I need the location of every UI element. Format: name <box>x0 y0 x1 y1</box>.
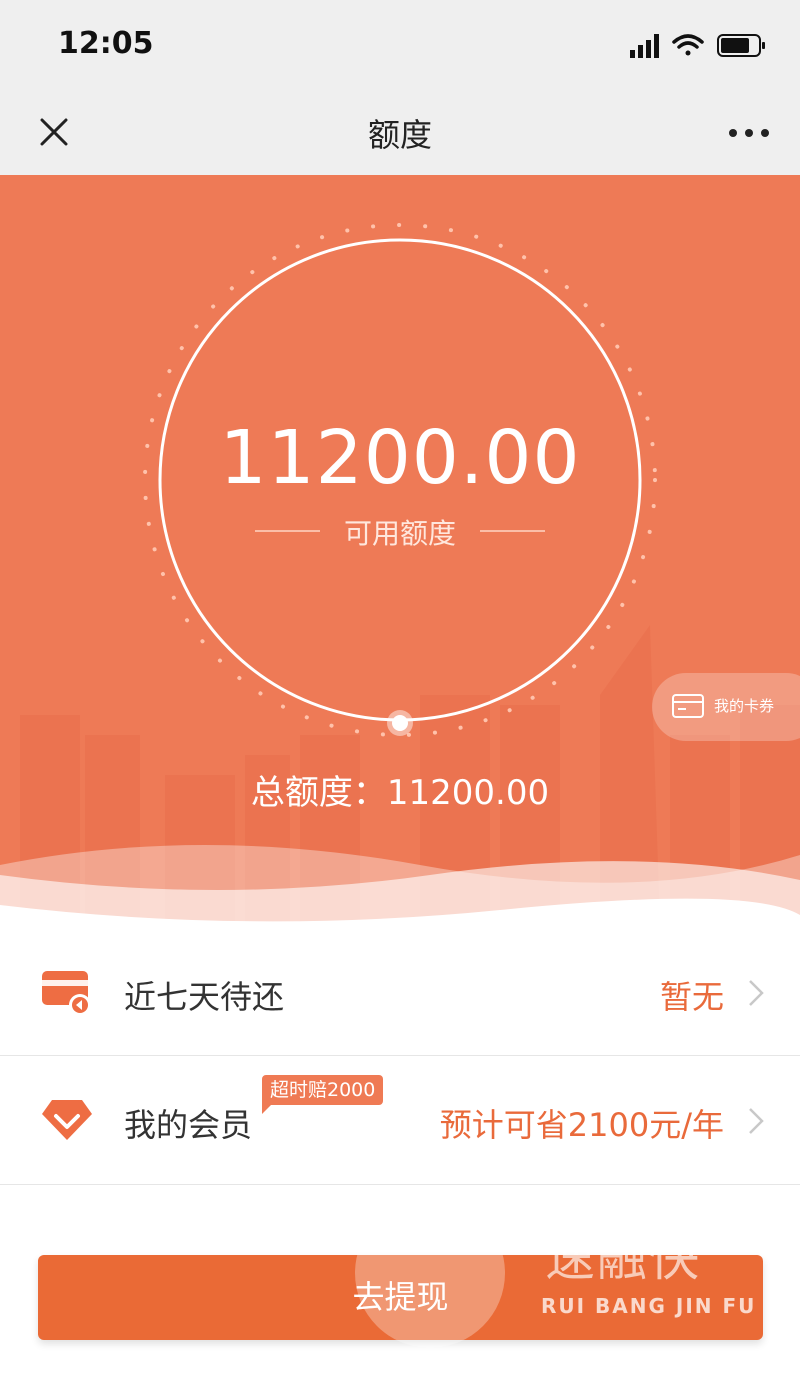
due-7-days-label: 近七天待还 <box>124 978 285 1016</box>
withdraw-button[interactable]: 去提现 <box>38 1255 763 1340</box>
voucher-card-icon <box>672 694 704 718</box>
available-amount-label: 可用额度 <box>343 517 456 550</box>
page-title: 额度 <box>367 116 432 154</box>
chevron-right-icon <box>749 1108 764 1134</box>
my-vouchers-label: 我的卡券 <box>714 697 775 715</box>
due-7-days-value: 暂无 <box>659 978 724 1016</box>
membership-badge: 超时赔2000 <box>262 1075 384 1114</box>
membership-label: 我的会员 <box>124 1106 253 1144</box>
list-item-due-7-days[interactable]: 近七天待还 暂无 <box>0 928 800 1056</box>
my-vouchers-button[interactable]: 我的卡券 <box>652 673 800 741</box>
battery-icon <box>717 34 765 57</box>
membership-value: 预计可省2100元/年 <box>439 1106 724 1144</box>
credit-hero: 11200.00 可用额度 总额度：11200.00 我的卡券 <box>0 175 800 925</box>
status-time: 12:05 <box>58 26 154 61</box>
list-item-membership[interactable]: 我的会员 预计可省2100元/年 <box>0 1056 800 1184</box>
wifi-icon <box>672 34 704 56</box>
status-icons <box>630 34 765 58</box>
nav-bar: 额度 <box>0 90 800 175</box>
card-icon <box>42 971 91 1016</box>
signal-icon <box>630 34 659 58</box>
ring-indicator <box>392 715 408 731</box>
available-amount: 11200.00 <box>219 415 581 501</box>
diamond-icon <box>42 1100 92 1140</box>
total-credit: 总额度：11200.00 <box>250 773 550 813</box>
chevron-right-icon <box>749 980 764 1006</box>
more-icon[interactable] <box>728 118 770 148</box>
row-divider <box>0 1184 800 1185</box>
status-bar: 12:05 <box>0 0 800 90</box>
